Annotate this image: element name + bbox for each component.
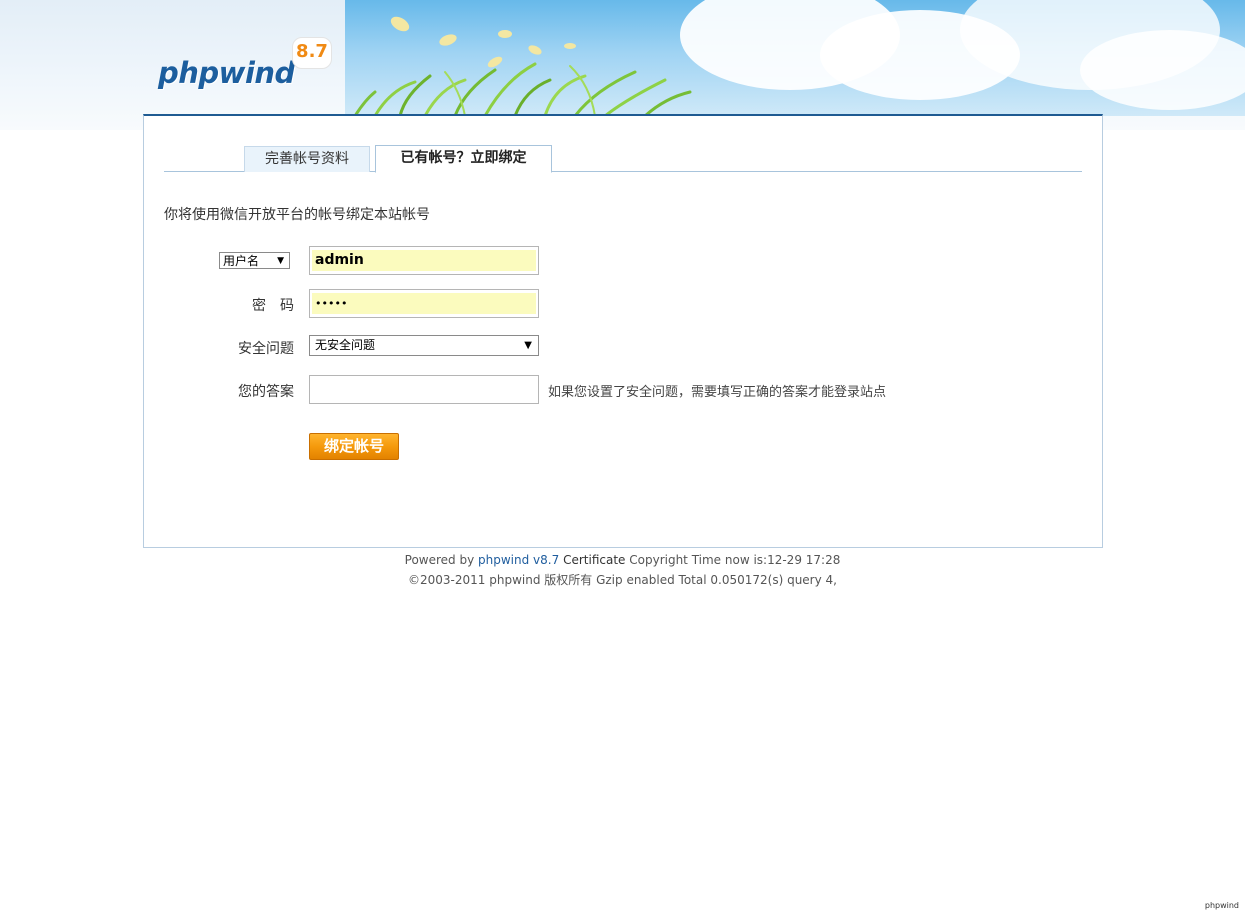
password-label: 密 码: [252, 298, 294, 314]
powered-by-text: Powered by: [404, 553, 475, 567]
main-panel: [143, 114, 1103, 548]
username-input[interactable]: admin: [309, 246, 539, 275]
header-banner: phpwind 8.7: [0, 0, 1245, 130]
security-question-label: 安全问题: [238, 341, 294, 357]
answer-label: 您的答案: [238, 384, 294, 400]
login-type-select[interactable]: 用户名 ▼: [219, 252, 290, 269]
certificate-link[interactable]: Certificate: [563, 553, 625, 567]
tab-complete-profile[interactable]: 完善帐号资料: [244, 146, 370, 172]
bind-account-button[interactable]: 绑定帐号: [309, 433, 399, 460]
password-input[interactable]: •••••: [309, 289, 539, 318]
dropdown-arrow-icon: ▼: [524, 340, 532, 351]
grass-illustration: [353, 16, 692, 116]
answer-hint: 如果您设置了安全问题，需要填写正确的答案才能登录站点: [548, 385, 887, 400]
password-mask: •••••: [312, 293, 536, 314]
tab-bind-existing-account[interactable]: 已有帐号？立即绑定: [375, 145, 552, 173]
corner-label: phpwind: [1204, 901, 1239, 910]
version-badge: 8.7: [292, 37, 332, 69]
username-value: admin: [312, 250, 536, 271]
cloud: [1080, 30, 1245, 110]
footer-line-1: Powered by phpwind v8.7 Certificate Copy…: [0, 553, 1245, 567]
phpwind-version-link[interactable]: phpwind v8.7: [478, 553, 559, 567]
security-question-selected: 无安全问题: [315, 338, 376, 352]
answer-value: [312, 379, 536, 400]
footer-line-2: ©2003-2011 phpwind 版权所有 Gzip enabled Tot…: [408, 573, 837, 587]
dropdown-arrow-icon: ▼: [277, 256, 284, 266]
intro-text: 你将使用微信开放平台的帐号绑定本站帐号: [164, 207, 430, 223]
login-type-selected: 用户名: [223, 254, 260, 268]
answer-input[interactable]: [309, 375, 539, 404]
security-question-select[interactable]: 无安全问题 ▼: [309, 335, 539, 356]
phpwind-logo[interactable]: phpwind: [158, 56, 295, 90]
time-text: Copyright Time now is:12-29 17:28: [629, 553, 841, 567]
